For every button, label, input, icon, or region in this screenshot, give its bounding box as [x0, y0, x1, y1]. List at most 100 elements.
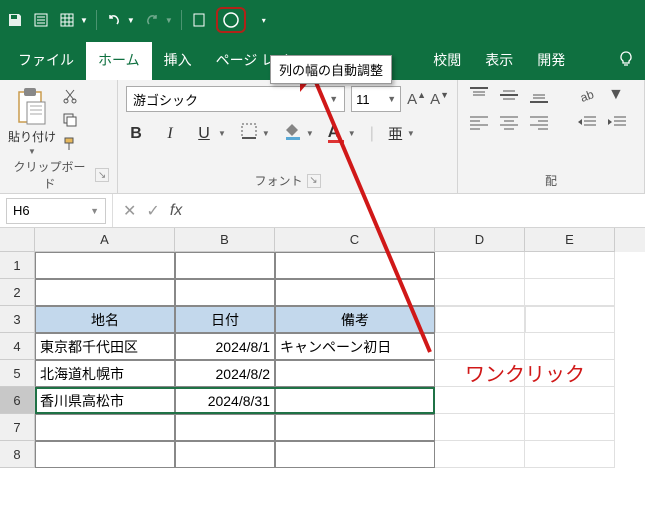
dialog-launcher-icon[interactable]: ↘ [95, 168, 109, 182]
cell[interactable] [275, 279, 435, 306]
align-bottom-icon[interactable] [530, 87, 550, 103]
underline-button[interactable]: U [194, 125, 214, 143]
cell[interactable] [435, 279, 525, 306]
tab-insert[interactable]: 挿入 [152, 42, 204, 80]
dialog-launcher-icon[interactable]: ↘ [307, 174, 321, 188]
tab-file[interactable]: ファイル [6, 42, 86, 80]
name-box[interactable]: H6▼ [6, 198, 106, 224]
highlighted-qat-button[interactable] [216, 7, 246, 33]
increase-indent-icon[interactable] [608, 114, 628, 130]
align-left-icon[interactable] [470, 114, 490, 130]
cell[interactable] [435, 333, 525, 360]
tab-home[interactable]: ホーム [86, 42, 152, 80]
cell[interactable]: 2024/8/1 [175, 333, 275, 360]
font-color-icon[interactable]: A [328, 124, 344, 143]
cell[interactable]: 2024/8/31 [175, 387, 275, 414]
cancel-icon[interactable]: ✕ [123, 201, 136, 221]
select-all-corner[interactable] [0, 228, 35, 252]
orientation-icon[interactable]: ab [578, 87, 598, 103]
cell[interactable] [525, 441, 615, 468]
undo-icon[interactable] [105, 11, 123, 29]
cell[interactable] [35, 441, 175, 468]
paste-button[interactable]: 貼り付け ▼ [8, 86, 56, 156]
grow-font-icon[interactable]: A▲ [407, 90, 426, 108]
cell[interactable] [435, 414, 525, 441]
col-header-D[interactable]: D [435, 228, 525, 252]
col-header-B[interactable]: B [175, 228, 275, 252]
page-icon[interactable] [32, 11, 50, 29]
align-center-icon[interactable] [500, 114, 520, 130]
col-header-E[interactable]: E [525, 228, 615, 252]
cell[interactable] [435, 441, 525, 468]
cell[interactable] [435, 387, 525, 414]
italic-button[interactable]: I [160, 125, 180, 143]
table-icon[interactable] [58, 11, 76, 29]
cell[interactable] [35, 252, 175, 279]
save-icon[interactable] [6, 11, 24, 29]
row-header[interactable]: 4 [0, 333, 35, 360]
cell[interactable] [275, 414, 435, 441]
cell[interactable]: 地名 [35, 306, 175, 333]
cell[interactable]: キャンペーン初日 [275, 333, 435, 360]
cell[interactable]: 日付 [175, 306, 275, 333]
col-header-C[interactable]: C [275, 228, 435, 252]
align-middle-icon[interactable] [500, 87, 520, 103]
redo-icon[interactable] [143, 11, 161, 29]
align-right-icon[interactable] [530, 114, 550, 130]
row-header[interactable]: 3 [0, 306, 35, 333]
row-header[interactable]: 2 [0, 279, 35, 306]
cell[interactable]: 東京都千代田区 [35, 333, 175, 360]
bold-button[interactable]: B [126, 125, 146, 143]
cell[interactable] [525, 387, 615, 414]
cell[interactable] [275, 252, 435, 279]
cell[interactable]: 2024/8/2 [175, 360, 275, 387]
row-header[interactable]: 1 [0, 252, 35, 279]
row-header[interactable]: 7 [0, 414, 35, 441]
cell[interactable] [175, 414, 275, 441]
row-header[interactable]: 8 [0, 441, 35, 468]
phonetic-icon[interactable]: 亜 [388, 123, 403, 144]
cell[interactable] [175, 279, 275, 306]
cell[interactable] [175, 252, 275, 279]
cell[interactable] [275, 441, 435, 468]
cut-icon[interactable] [62, 88, 80, 106]
cell[interactable] [525, 252, 615, 279]
cell[interactable] [525, 414, 615, 441]
cell[interactable] [35, 279, 175, 306]
customize-qat-icon[interactable]: ▾ [262, 16, 266, 25]
cell[interactable] [175, 441, 275, 468]
decrease-indent-icon[interactable] [578, 114, 598, 130]
fx-icon[interactable]: fx [170, 202, 182, 220]
align-top-icon[interactable] [470, 87, 490, 103]
cell[interactable] [435, 252, 525, 279]
tab-review[interactable]: 校閲 [421, 42, 473, 80]
tab-developer[interactable]: 開発 [525, 42, 577, 80]
format-painter-icon[interactable] [62, 136, 80, 154]
fill-color-icon[interactable] [284, 122, 302, 145]
tab-view[interactable]: 表示 [473, 42, 525, 80]
row-header[interactable]: 6 [0, 387, 35, 414]
cell[interactable] [275, 387, 435, 414]
shrink-font-icon[interactable]: A▼ [430, 90, 449, 108]
cell[interactable] [525, 333, 615, 360]
dropdown-icon[interactable]: ▼ [165, 16, 173, 25]
cell[interactable] [35, 414, 175, 441]
cell[interactable]: 香川県高松市 [35, 387, 175, 414]
col-header-A[interactable]: A [35, 228, 175, 252]
font-size-combo[interactable]: 11▼ [351, 86, 401, 112]
font-name-combo[interactable]: 游ゴシック▼ [126, 86, 345, 112]
cell[interactable] [275, 360, 435, 387]
cell[interactable] [435, 306, 525, 333]
cell[interactable]: 備考 [275, 306, 435, 333]
tell-me-icon[interactable] [617, 50, 635, 73]
touch-mode-icon[interactable] [190, 11, 208, 29]
dropdown-icon[interactable]: ▼ [80, 16, 88, 25]
cell[interactable]: 北海道札幌市 [35, 360, 175, 387]
cell[interactable] [525, 306, 615, 333]
dropdown-icon[interactable]: ▼ [127, 16, 135, 25]
copy-icon[interactable] [62, 112, 80, 130]
cell[interactable] [525, 279, 615, 306]
row-header[interactable]: 5 [0, 360, 35, 387]
enter-icon[interactable]: ✓ [146, 201, 159, 221]
borders-icon[interactable] [240, 122, 258, 145]
